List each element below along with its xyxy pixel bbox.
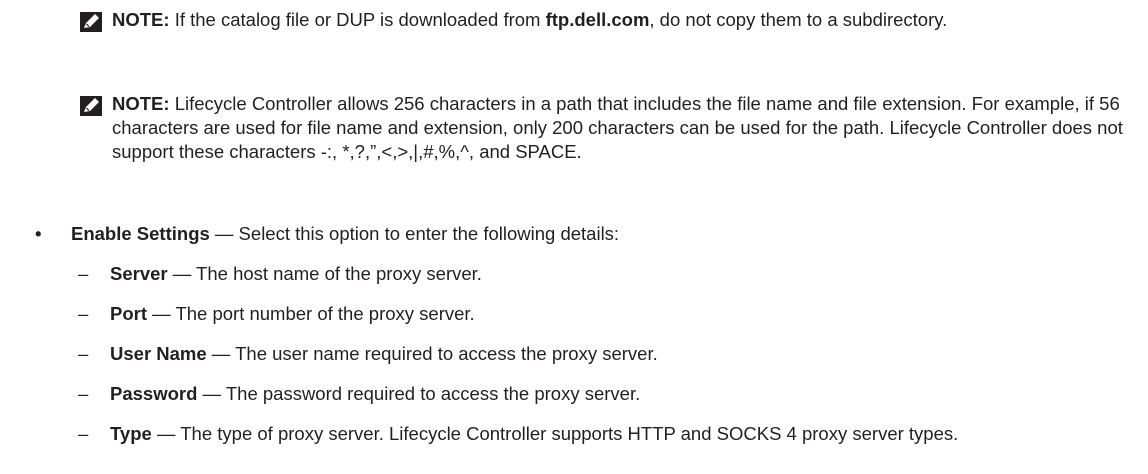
note-text-b: , do not copy them to a subdirectory.	[649, 9, 948, 30]
note-block: NOTE: If the catalog file or DUP is down…	[80, 8, 1130, 32]
bullet-text: Enable Settings — Select this option to …	[71, 222, 619, 246]
bullet-term: Enable Settings	[71, 223, 210, 244]
note-text: NOTE: Lifecycle Controller allows 256 ch…	[112, 92, 1130, 164]
sub-desc: — The port number of the proxy server.	[147, 303, 475, 324]
sub-item-port: – Port — The port number of the proxy se…	[78, 302, 1128, 326]
sub-term: User Name	[110, 343, 207, 364]
note-text: NOTE: If the catalog file or DUP is down…	[112, 8, 1130, 32]
sub-item-type: – Type — The type of proxy server. Lifec…	[78, 422, 1128, 446]
bullet-desc: — Select this option to enter the follow…	[209, 223, 620, 244]
sub-term: Password	[110, 383, 198, 404]
sub-marker: –	[78, 423, 89, 444]
note-pencil-icon	[80, 12, 102, 32]
bullet-marker: •	[35, 223, 42, 244]
sub-term: Port	[110, 303, 147, 324]
sub-item-server: – Server — The host name of the proxy se…	[78, 262, 1128, 286]
sub-text: Port — The port number of the proxy serv…	[110, 302, 1128, 326]
sub-desc: — The password required to access the pr…	[197, 383, 641, 404]
sub-item-password: – Password — The password required to ac…	[78, 382, 1128, 406]
note-block: NOTE: Lifecycle Controller allows 256 ch…	[80, 92, 1130, 164]
sub-text: User Name — The user name required to ac…	[110, 342, 1128, 366]
sub-text: Password — The password required to acce…	[110, 382, 1128, 406]
sub-term: Type	[110, 423, 152, 444]
sub-marker: –	[78, 383, 89, 404]
ftp-link: ftp.dell.com	[545, 9, 650, 30]
sub-desc: — The host name of the proxy server.	[167, 263, 482, 284]
note-label: NOTE:	[112, 93, 170, 114]
sub-marker: –	[78, 343, 89, 364]
note-text-a: If the catalog file or DUP is downloaded…	[169, 9, 546, 30]
note-body: Lifecycle Controller allows 256 characte…	[112, 93, 1123, 162]
sub-marker: –	[78, 303, 89, 324]
sub-desc: — The user name required to access the p…	[206, 343, 658, 364]
note-pencil-icon	[80, 96, 102, 116]
sub-term: Server	[110, 263, 168, 284]
sub-marker: –	[78, 263, 89, 284]
sub-desc: — The type of proxy server. Lifecycle Co…	[151, 423, 959, 444]
note-label: NOTE:	[112, 9, 170, 30]
sub-item-user-name: – User Name — The user name required to …	[78, 342, 1128, 366]
sub-text: Type — The type of proxy server. Lifecyc…	[110, 422, 1128, 446]
sub-text: Server — The host name of the proxy serv…	[110, 262, 1128, 286]
